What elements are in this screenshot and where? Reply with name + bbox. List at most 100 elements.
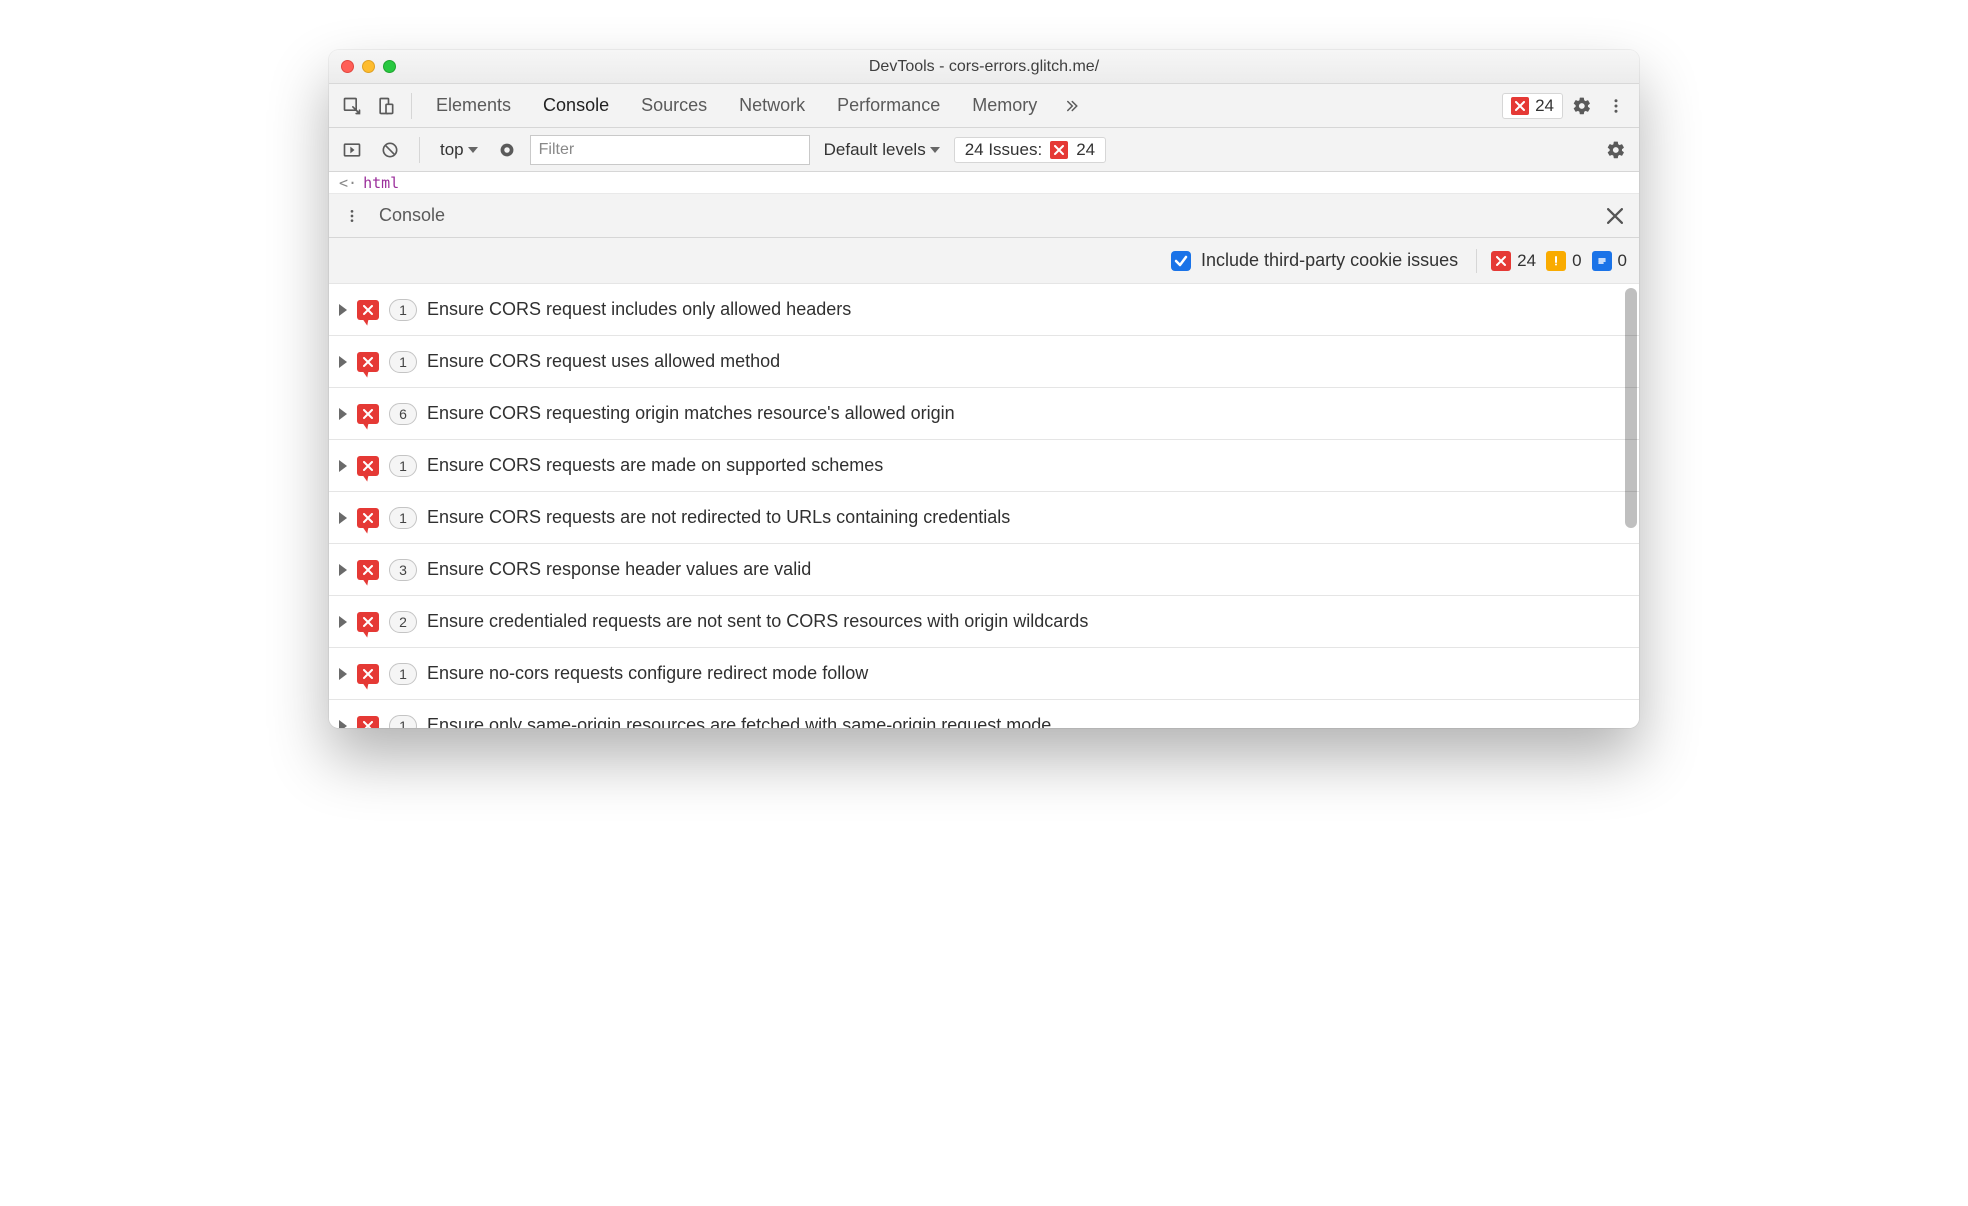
info-icon [1592, 251, 1612, 271]
scrollbar[interactable] [1625, 288, 1637, 528]
errors-badge-count: 24 [1517, 251, 1536, 271]
issue-row[interactable]: 1 Ensure CORS requests are not redirecte… [329, 492, 1639, 544]
errors-count: 24 [1535, 96, 1554, 116]
issue-title: Ensure CORS requesting origin matches re… [427, 403, 955, 424]
issue-row[interactable]: 1 Ensure CORS requests are made on suppo… [329, 440, 1639, 492]
issue-title: Ensure CORS request includes only allowe… [427, 299, 851, 320]
error-bubble-icon [357, 456, 379, 476]
zoom-window-button[interactable] [383, 60, 396, 73]
error-bubble-icon [357, 664, 379, 684]
minimize-window-button[interactable] [362, 60, 375, 73]
warning-icon [1546, 251, 1566, 271]
separator [411, 93, 412, 119]
error-bubble-icon [357, 560, 379, 580]
expand-icon [339, 616, 347, 628]
issues-count: 24 [1076, 140, 1095, 160]
issue-count: 1 [389, 663, 417, 685]
error-bubble-icon [357, 612, 379, 632]
issue-row[interactable]: 3 Ensure CORS response header values are… [329, 544, 1639, 596]
include-third-party-checkbox[interactable] [1171, 251, 1191, 271]
tab-network[interactable]: Network [725, 84, 819, 127]
issues-toolbar: Include third-party cookie issues 24 0 0 [329, 238, 1639, 284]
source-hint: <· html [329, 172, 1639, 194]
expand-icon [339, 564, 347, 576]
info-badge[interactable]: 0 [1592, 251, 1627, 271]
tab-performance[interactable]: Performance [823, 84, 954, 127]
issues-button[interactable]: 24 Issues: 24 [954, 137, 1106, 163]
issue-count: 3 [389, 559, 417, 581]
issue-row[interactable]: 1 Ensure no-cors requests configure redi… [329, 648, 1639, 700]
error-icon [1511, 97, 1529, 115]
issue-count: 2 [389, 611, 417, 633]
expand-icon [339, 512, 347, 524]
levels-selector[interactable]: Default levels [818, 135, 946, 165]
issue-count: 1 [389, 507, 417, 529]
window-controls [341, 60, 396, 73]
window-title: DevTools - cors-errors.glitch.me/ [329, 58, 1639, 76]
tab-memory[interactable]: Memory [958, 84, 1051, 127]
issue-title: Ensure CORS response header values are v… [427, 559, 811, 580]
error-bubble-icon [357, 300, 379, 320]
tab-console[interactable]: Console [529, 84, 623, 127]
console-sidebar-toggle-icon[interactable] [337, 135, 367, 165]
warnings-badge[interactable]: 0 [1546, 251, 1581, 271]
drawer-menu-icon[interactable] [337, 201, 367, 231]
drawer-header: Console [329, 194, 1639, 238]
expand-icon [339, 408, 347, 420]
levels-value: Default levels [824, 140, 926, 160]
main-toolbar: Elements Console Sources Network Perform… [329, 84, 1639, 128]
issue-row[interactable]: 1 Ensure CORS request uses allowed metho… [329, 336, 1639, 388]
error-bubble-icon [357, 508, 379, 528]
issue-title: Ensure CORS requests are made on support… [427, 455, 883, 476]
info-badge-count: 0 [1618, 251, 1627, 271]
warnings-badge-count: 0 [1572, 251, 1581, 271]
tab-sources[interactable]: Sources [627, 84, 721, 127]
issues-label: 24 Issues: [965, 140, 1043, 160]
error-icon [1491, 251, 1511, 271]
error-bubble-icon [357, 352, 379, 372]
expand-icon [339, 356, 347, 368]
include-third-party-label: Include third-party cookie issues [1201, 250, 1458, 271]
close-window-button[interactable] [341, 60, 354, 73]
tab-elements[interactable]: Elements [422, 84, 525, 127]
more-menu-icon[interactable] [1601, 91, 1631, 121]
issue-row[interactable]: 2 Ensure credentialed requests are not s… [329, 596, 1639, 648]
settings-icon[interactable] [1567, 91, 1597, 121]
issue-count: 1 [389, 455, 417, 477]
errors-badge[interactable]: 24 [1491, 251, 1536, 271]
source-prefix: <· [339, 174, 357, 192]
filter-input[interactable] [530, 135, 810, 165]
issue-title: Ensure CORS requests are not redirected … [427, 507, 1010, 528]
console-settings-icon[interactable] [1601, 135, 1631, 165]
close-drawer-button[interactable] [1599, 200, 1631, 232]
devtools-window: DevTools - cors-errors.glitch.me/ Elemen… [329, 50, 1639, 728]
issue-count: 1 [389, 351, 417, 373]
context-value: top [440, 140, 464, 160]
clear-console-icon[interactable] [375, 135, 405, 165]
more-tabs-icon[interactable] [1055, 91, 1085, 121]
error-bubble-icon [357, 404, 379, 424]
separator [419, 137, 420, 163]
issue-count: 6 [389, 403, 417, 425]
source-tag: html [363, 174, 399, 192]
console-toolbar: top Default levels 24 Issues: 24 [329, 128, 1639, 172]
device-toolbar-icon[interactable] [371, 91, 401, 121]
issue-row[interactable]: 1 Ensure only same-origin resources are … [329, 700, 1639, 728]
expand-icon [339, 720, 347, 729]
errors-indicator[interactable]: 24 [1502, 93, 1563, 119]
error-bubble-icon [357, 716, 379, 729]
issue-title: Ensure CORS request uses allowed method [427, 351, 780, 372]
titlebar: DevTools - cors-errors.glitch.me/ [329, 50, 1639, 84]
issue-title: Ensure credentialed requests are not sen… [427, 611, 1088, 632]
issue-title: Ensure only same-origin resources are fe… [427, 715, 1051, 728]
issue-title: Ensure no-cors requests configure redire… [427, 663, 868, 684]
issue-row[interactable]: 1 Ensure CORS request includes only allo… [329, 284, 1639, 336]
separator [1476, 249, 1477, 273]
live-expression-icon[interactable] [492, 135, 522, 165]
issues-list: 1 Ensure CORS request includes only allo… [329, 284, 1639, 728]
context-selector[interactable]: top [434, 135, 484, 165]
drawer-title: Console [367, 205, 457, 226]
issue-row[interactable]: 6 Ensure CORS requesting origin matches … [329, 388, 1639, 440]
expand-icon [339, 668, 347, 680]
select-element-icon[interactable] [337, 91, 367, 121]
